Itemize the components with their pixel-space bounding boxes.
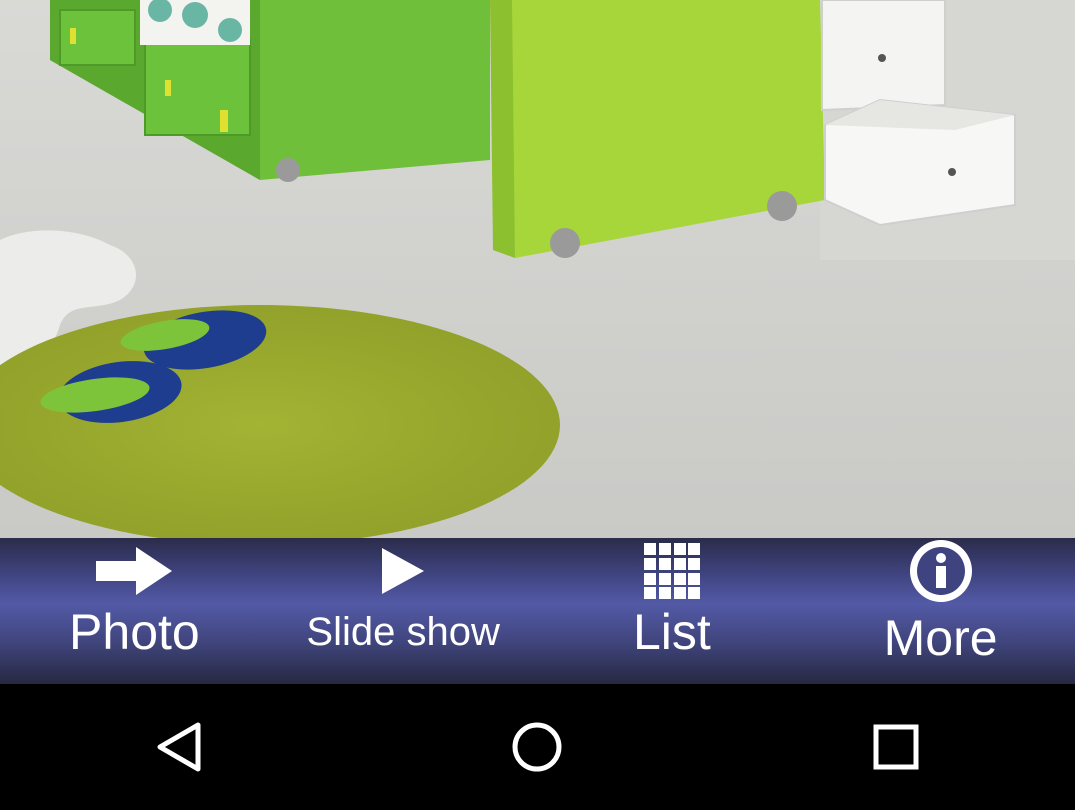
system-navigation-bar	[0, 684, 1075, 810]
recents-button[interactable]	[836, 697, 956, 797]
info-icon	[909, 540, 972, 602]
bedroom-photo	[0, 0, 1075, 538]
more-label: More	[883, 610, 998, 666]
home-button[interactable]	[477, 697, 597, 797]
more-button[interactable]: More	[806, 538, 1075, 684]
recents-icon	[873, 724, 919, 770]
arrow-right-icon	[96, 540, 173, 602]
photo-view[interactable]	[0, 0, 1075, 538]
list-label: List	[632, 604, 711, 660]
back-button[interactable]	[119, 697, 239, 797]
photo-label: Photo	[69, 604, 200, 660]
back-icon	[157, 722, 201, 772]
bottom-toolbar: Photo Slide show List More	[0, 538, 1075, 684]
grid-icon	[643, 540, 700, 602]
slide-show-label: Slide show	[306, 610, 500, 654]
photo-button[interactable]: Photo	[0, 538, 269, 684]
list-button[interactable]: List	[538, 538, 807, 684]
play-icon	[382, 540, 425, 602]
home-icon	[512, 722, 562, 772]
slide-show-button[interactable]: Slide show	[269, 538, 538, 684]
